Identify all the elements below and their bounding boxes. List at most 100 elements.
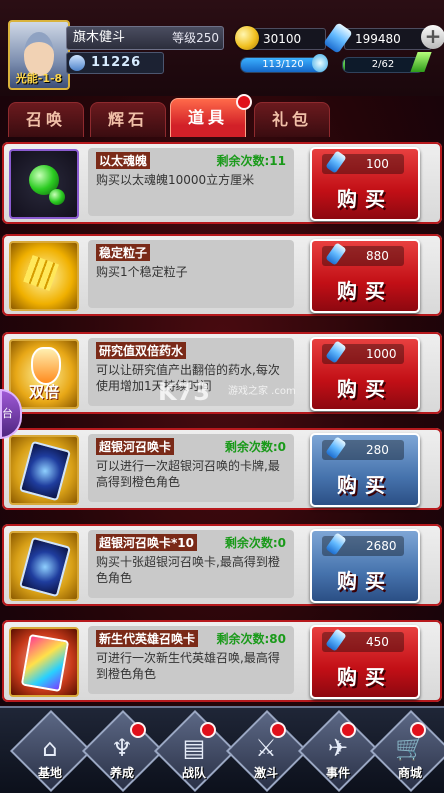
nav-label-event: 事件 — [325, 766, 350, 780]
item-name: 稳定粒子 — [96, 244, 151, 261]
list-item: 新生代英雄召唤卡 剩余次数:80 可进行一次新生代英雄召唤,最高得到橙色角色 4… — [0, 618, 444, 704]
item-description: 购买以太魂魄10000立方厘米 — [96, 173, 255, 187]
buy-label: 购买 — [337, 473, 393, 497]
item-remaining: 剩余次数:11 — [216, 154, 287, 168]
gem-icon — [325, 628, 347, 652]
double-label: 双倍 — [28, 383, 59, 401]
gold-coin-icon — [235, 26, 259, 50]
item-list: 以太魂魄 剩余次数:11 购买以太魂魄10000立方厘米 100 购买 稳定粒子… — [0, 140, 444, 706]
item-remaining: 剩余次数:80 — [216, 632, 287, 646]
list-item: 超银河召唤卡*10 剩余次数:0 购买十张超银河召唤卡,最高得到橙色角色 268… — [0, 522, 444, 608]
item-info: 超银河召唤卡*10 剩余次数:0 购买十张超银河召唤卡,最高得到橙色角色 — [88, 530, 294, 598]
gem-icon — [325, 532, 347, 556]
price-value: 100 — [366, 157, 389, 171]
nav-label-team: 战队 — [181, 766, 206, 780]
item-info: 稳定粒子 购买1个稳定粒子 — [88, 240, 294, 308]
item-remaining: 剩余次数:0 — [224, 536, 286, 550]
new-hero-card-icon — [9, 627, 79, 697]
bottom-nav: ⌂ 基地 ♆ 养成 ▤ 战队 ⚔ 激斗 ✈ 事件 🛒 商城 — [0, 706, 444, 793]
price-value: 880 — [366, 249, 389, 263]
gem-icon — [325, 436, 347, 460]
energy-icon — [410, 52, 432, 72]
item-description: 购买1个稳定粒子 — [96, 265, 188, 279]
item-description: 可以进行一次超银河召唤的卡牌,最高得到橙色角色 — [96, 459, 280, 489]
item-info: 以太魂魄 剩余次数:11 购买以太魂魄10000立方厘米 — [88, 148, 294, 216]
energy-fill — [343, 58, 346, 72]
price-tag: 450 — [322, 628, 404, 652]
player-name-bar: 旗木健斗 等级250 — [66, 26, 224, 50]
gem-icon — [325, 340, 347, 364]
player-name: 旗木健斗 — [73, 30, 126, 45]
energy-text: 2/62 — [371, 59, 395, 70]
price-tag: 2680 — [322, 532, 404, 556]
buy-label: 购买 — [337, 665, 393, 689]
price-value: 1000 — [366, 347, 397, 361]
nav-label-train: 养成 — [109, 766, 134, 780]
gem-value: 199480 — [355, 32, 401, 46]
add-gems-button[interactable]: + — [421, 25, 444, 49]
gold-display: 30100 — [235, 26, 326, 50]
power-icon — [69, 55, 85, 71]
nav-label-battle: 激斗 — [253, 766, 278, 780]
watermark-logo: K73 — [158, 378, 210, 406]
stamina-text: 113/120 — [262, 59, 304, 70]
gem-icon — [325, 242, 347, 266]
item-name: 研究值双倍药水 — [96, 342, 187, 359]
item-info: 新生代英雄召唤卡 剩余次数:80 可进行一次新生代英雄召唤,最高得到橙色角色 — [88, 626, 294, 694]
galaxy-card-icon — [9, 435, 79, 505]
notification-dot — [340, 722, 356, 738]
team-icon: ▤ — [182, 734, 206, 762]
gem-display: 199480 + — [323, 22, 444, 54]
gem-icon — [323, 22, 353, 54]
power-display: 11226 — [66, 52, 164, 74]
nav-label-base: 基地 — [37, 766, 62, 780]
notification-dot — [410, 722, 426, 738]
tab-gems[interactable]: 辉石 — [90, 102, 166, 137]
buy-button[interactable]: 1000 购买 — [310, 337, 420, 411]
item-description: 购买十张超银河召唤卡,最高得到橙色角色 — [96, 555, 280, 585]
item-name: 超银河召唤卡 — [96, 438, 175, 455]
list-item: 以太魂魄 剩余次数:11 购买以太魂魄10000立方厘米 100 购买 — [0, 140, 444, 226]
list-item: 稳定粒子 购买1个稳定粒子 880 购买 — [0, 232, 444, 318]
player-level: 等级250 — [172, 31, 219, 45]
power-value: 11226 — [91, 55, 142, 70]
list-item: 超银河召唤卡 剩余次数:0 可以进行一次超银河召唤的卡牌,最高得到橙色角色 28… — [0, 426, 444, 512]
buy-button[interactable]: 100 购买 — [310, 147, 420, 221]
buy-button[interactable]: 2680 购买 — [310, 529, 420, 603]
player-avatar[interactable]: 光能-1-8 — [8, 20, 70, 90]
item-remaining: 剩余次数:0 — [224, 440, 286, 454]
buy-label: 购买 — [337, 279, 393, 303]
tab-items[interactable]: 道具 — [170, 98, 246, 137]
notification-dot — [270, 722, 286, 738]
notification-dot — [130, 722, 146, 738]
price-tag: 1000 — [322, 340, 404, 364]
tab-gifts[interactable]: 礼包 — [254, 102, 330, 137]
double-potion-icon: 双倍 — [9, 339, 79, 409]
galaxy-card-pack-icon — [9, 531, 79, 601]
top-bar: 光能-1-8 旗木健斗 等级250 11226 30100 199480 + 1… — [0, 0, 444, 96]
item-name: 超银河召唤卡*10 — [96, 534, 197, 551]
event-icon: ✈ — [327, 734, 349, 762]
item-description: 可进行一次新生代英雄召唤,最高得到橙色角色 — [96, 651, 280, 681]
cart-icon: 🛒 — [395, 734, 425, 762]
buy-label: 购买 — [337, 377, 393, 401]
buy-button[interactable]: 280 购买 — [310, 433, 420, 507]
tab-notification-dot — [236, 94, 252, 110]
price-tag: 100 — [322, 150, 404, 174]
notification-dot — [200, 722, 216, 738]
nav-label-shop: 商城 — [397, 766, 422, 780]
buy-button[interactable]: 880 购买 — [310, 239, 420, 313]
gold-value: 30100 — [263, 32, 302, 46]
ether-soul-icon — [9, 149, 79, 219]
base-icon: ⌂ — [42, 734, 58, 762]
train-icon: ♆ — [111, 734, 133, 762]
list-item: 双倍 研究值双倍药水 可以让研究值产出翻倍的药水,每次使用增加1天持续时间 10… — [0, 330, 444, 416]
price-value: 280 — [366, 443, 389, 457]
item-name: 新生代英雄召唤卡 — [96, 630, 199, 647]
side-tab-label: 台 — [2, 407, 13, 420]
stamina-icon — [312, 54, 328, 72]
buy-button[interactable]: 450 购买 — [310, 625, 420, 699]
buy-label: 购买 — [337, 187, 393, 211]
shop-tabs: 召唤 辉石 道具 礼包 — [0, 94, 444, 140]
tab-summon[interactable]: 召唤 — [8, 102, 84, 137]
